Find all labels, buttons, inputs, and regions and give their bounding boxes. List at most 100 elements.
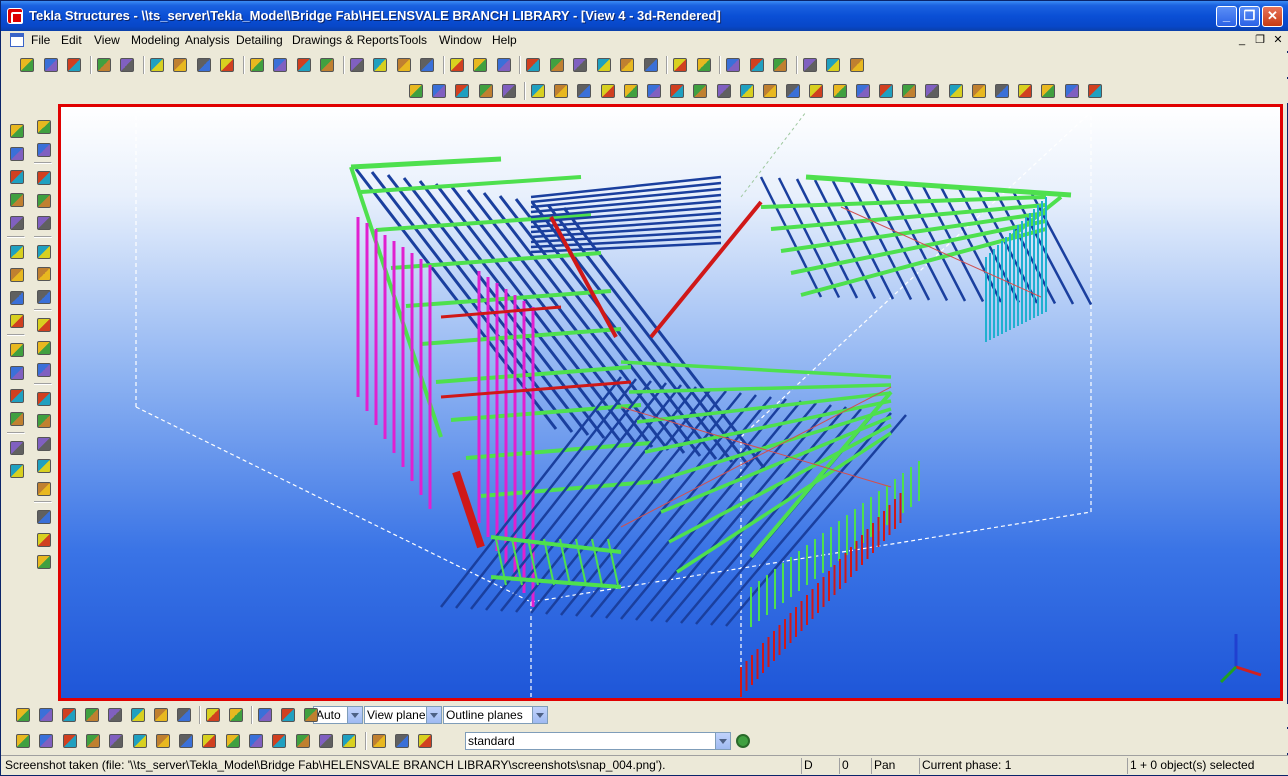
select-switch-2-button[interactable] [574, 81, 594, 101]
maximize-button[interactable]: ❐ [1239, 6, 1260, 27]
next-button[interactable] [499, 81, 519, 101]
concrete-tool-14-button[interactable] [34, 434, 54, 454]
concrete-tool-2-button[interactable] [34, 140, 54, 160]
select-switch-18-button[interactable] [946, 81, 966, 101]
drawing-button[interactable] [823, 55, 843, 75]
inquire-button[interactable] [494, 55, 514, 75]
concrete-tool-19-button[interactable] [34, 552, 54, 572]
roof-purlin[interactable] [777, 177, 841, 299]
filter-settings-button[interactable] [733, 731, 753, 751]
assembly-button[interactable] [370, 55, 390, 75]
snap-ref-line-button[interactable] [406, 81, 426, 101]
concrete-tool-17-button[interactable] [34, 507, 54, 527]
filter-switch-9-button[interactable] [199, 731, 219, 751]
concrete-tool-12-button[interactable] [34, 389, 54, 409]
save-button[interactable] [64, 55, 84, 75]
point-button[interactable] [547, 55, 567, 75]
beam-button[interactable] [7, 144, 27, 164]
forward-button[interactable] [770, 55, 790, 75]
mdi-restore-button[interactable]: ❐ [1252, 33, 1268, 48]
select-switch-3-button[interactable] [598, 81, 618, 101]
clash-button[interactable] [747, 55, 767, 75]
menu-view[interactable]: View [94, 33, 120, 47]
filter-switch-4-button[interactable] [83, 731, 103, 751]
line-button[interactable] [570, 55, 590, 75]
filter-switch-17-button[interactable] [392, 731, 412, 751]
filter-switch-2-button[interactable] [36, 731, 56, 751]
concrete-tool-3-button[interactable] [34, 168, 54, 188]
concrete-tool-4-button[interactable] [34, 191, 54, 211]
menu-tools[interactable]: Tools [399, 33, 427, 47]
view-plane-combo[interactable]: View plane [364, 706, 442, 724]
select-switch-19-button[interactable] [969, 81, 989, 101]
model-3d-canvas[interactable] [61, 107, 1280, 698]
snap-9-button[interactable] [203, 705, 223, 725]
snap-2-button[interactable] [36, 705, 56, 725]
snap-11-button[interactable] [255, 705, 275, 725]
select-switch-17-button[interactable] [922, 81, 942, 101]
properties-button[interactable] [217, 55, 237, 75]
paste-button[interactable] [170, 55, 190, 75]
work-area-line[interactable] [135, 406, 532, 603]
close-button[interactable]: ✕ [1262, 6, 1283, 27]
filter-switch-13-button[interactable] [293, 731, 313, 751]
menu-modeling[interactable]: Modeling [131, 33, 180, 47]
report-button[interactable] [800, 55, 820, 75]
steel-beam[interactable] [350, 156, 502, 170]
bolt-button[interactable] [7, 242, 27, 262]
select-switch-9-button[interactable] [737, 81, 757, 101]
binoculars-button[interactable] [452, 81, 472, 101]
tekla-app-icon[interactable] [7, 8, 23, 24]
minimize-button[interactable]: _ [1216, 6, 1237, 27]
help-button[interactable] [847, 55, 867, 75]
select-filter-combo[interactable]: standard [465, 732, 731, 750]
snap-5-button[interactable] [105, 705, 125, 725]
concrete-tool-18-button[interactable] [34, 530, 54, 550]
concrete-tool-7-button[interactable] [34, 264, 54, 284]
select-switch-12-button[interactable] [806, 81, 826, 101]
select-switch-10-button[interactable] [760, 81, 780, 101]
part-button[interactable] [347, 55, 367, 75]
print-button[interactable] [194, 55, 214, 75]
filter-switch-7-button[interactable] [153, 731, 173, 751]
bracing[interactable] [440, 305, 562, 319]
red-part-button[interactable] [7, 386, 27, 406]
view-line[interactable] [740, 111, 807, 198]
number-button[interactable] [723, 55, 743, 75]
window-button[interactable] [270, 55, 290, 75]
detail-button[interactable] [7, 461, 27, 481]
filter-switch-16-button[interactable] [369, 731, 389, 751]
menu-file[interactable]: File [31, 33, 50, 47]
menu-analysis[interactable]: Analysis [185, 33, 230, 47]
cast-unit-button[interactable] [394, 55, 414, 75]
steel-beam[interactable] [805, 174, 1072, 198]
snap-3-button[interactable] [59, 705, 79, 725]
select-switch-4-button[interactable] [621, 81, 641, 101]
select-switch-15-button[interactable] [876, 81, 896, 101]
outline-planes-combo[interactable]: Outline planes [443, 706, 548, 724]
pencil-button[interactable] [641, 55, 661, 75]
weld-button[interactable] [470, 55, 490, 75]
select-switch-23-button[interactable] [1062, 81, 1082, 101]
concrete-tool-8-button[interactable] [34, 287, 54, 307]
chevron-down-icon[interactable] [532, 707, 547, 723]
menu-window[interactable]: Window [439, 33, 482, 47]
filter-switch-18-button[interactable] [415, 731, 435, 751]
chevron-down-icon[interactable] [715, 733, 730, 749]
snap-8-button[interactable] [174, 705, 194, 725]
filter-switch-3-button[interactable] [60, 731, 80, 751]
yellow-part-button[interactable] [7, 409, 27, 429]
component-button[interactable] [417, 55, 437, 75]
concrete-tool-13-button[interactable] [34, 411, 54, 431]
3d-rendered-view[interactable] [58, 104, 1283, 701]
open-button[interactable] [41, 55, 61, 75]
material-button[interactable] [7, 363, 27, 383]
copy-button[interactable] [147, 55, 167, 75]
concrete-tool-1-button[interactable] [34, 117, 54, 137]
polybeam-button[interactable] [7, 167, 27, 187]
column-button[interactable] [7, 121, 27, 141]
filter-switch-1-button[interactable] [13, 731, 33, 751]
snap-12-button[interactable] [278, 705, 298, 725]
select-switch-7-button[interactable] [690, 81, 710, 101]
concrete-tool-15-button[interactable] [34, 456, 54, 476]
